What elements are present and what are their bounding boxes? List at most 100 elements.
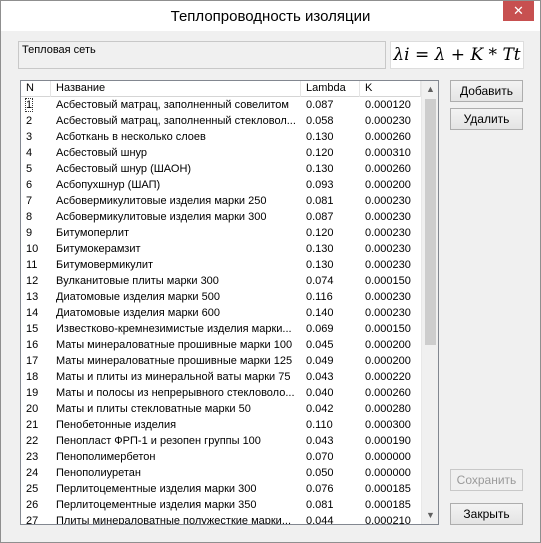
table-row[interactable]: 17 Маты минераловатные прошивные марки 12… (21, 353, 421, 369)
table-row[interactable]: 8 Асбовермикулитовые изделия марки 300 0.0… (21, 209, 421, 225)
table-row[interactable]: 4 Асбестовый шнур 0.120 0.000310 (21, 145, 421, 161)
cell-n: 19 (26, 387, 39, 399)
cell-lambda: 0.140 (306, 307, 334, 319)
cell-lambda: 0.081 (306, 195, 334, 207)
cell-name: Битумоперлит (56, 227, 129, 239)
cell-lambda: 0.081 (306, 499, 334, 511)
table-row[interactable]: 21 Пенобетонные изделия 0.110 0.000300 (21, 417, 421, 433)
table-row[interactable]: 10 Битумокерамзит 0.130 0.000230 (21, 241, 421, 257)
column-header-lambda[interactable]: Lambda (301, 81, 360, 97)
table-row[interactable]: 11 Битумовермикулит 0.130 0.000230 (21, 257, 421, 273)
cell-k: 0.000230 (365, 227, 411, 239)
delete-button[interactable]: Удалить (450, 108, 523, 130)
table-row[interactable]: 9 Битумоперлит 0.120 0.000230 (21, 225, 421, 241)
cell-k: 0.000260 (365, 131, 411, 143)
table-row[interactable]: 12 Вулканитовые плиты марки 300 0.074 0.000… (21, 273, 421, 289)
cell-lambda: 0.043 (306, 435, 334, 447)
table-row[interactable]: 23 Пенополимербетон 0.070 0.000000 (21, 449, 421, 465)
cell-lambda: 0.070 (306, 451, 334, 463)
close-button[interactable]: Закрыть (450, 503, 523, 525)
table-row[interactable]: 18 Маты и плиты из минеральной ваты марки… (21, 369, 421, 385)
cell-name: Асбестовый матрац, заполненный стекловол… (56, 115, 296, 127)
cell-lambda: 0.058 (306, 115, 334, 127)
cell-name: Диатомовые изделия марки 500 (56, 291, 220, 303)
table-row[interactable]: 15 Известково-кремнезимистые изделия марк… (21, 321, 421, 337)
cell-name: Битумовермикулит (56, 259, 154, 271)
cell-name: Известково-кремнезимистые изделия марки.… (56, 323, 292, 335)
cell-n: 10 (26, 243, 39, 255)
table-row[interactable]: 19 Маты и полосы из непрерывного стеклово… (21, 385, 421, 401)
cell-name: Асбестовый шнур (ШАОН) (56, 163, 192, 175)
table-row[interactable]: 13 Диатомовые изделия марки 500 0.116 0.000… (21, 289, 421, 305)
dialog-window: Теплопроводность изоляции ✕ Тепловая сет… (0, 0, 541, 543)
cell-name: Перлитоцементные изделия марки 350 (56, 499, 257, 511)
cell-lambda: 0.069 (306, 323, 334, 335)
cell-k: 0.000000 (365, 467, 411, 479)
cell-k: 0.000230 (365, 259, 411, 271)
cell-n: 13 (26, 291, 39, 303)
cell-k: 0.000310 (365, 147, 411, 159)
window-title: Теплопроводность изоляции (170, 8, 371, 25)
cell-name: Асбопухшнур (ШАП) (56, 179, 161, 191)
cell-k: 0.000260 (365, 163, 411, 175)
table-row[interactable]: 24 Пенополиуретан 0.050 0.000000 (21, 465, 421, 481)
cell-name: Плиты минераловатные полужесткие марки..… (56, 515, 291, 525)
cell-n: 24 (26, 467, 39, 479)
table-row[interactable]: 5 Асбестовый шнур (ШАОН) 0.130 0.000260 (21, 161, 421, 177)
cell-n: 1 (24, 98, 34, 112)
table-row[interactable]: 3 Асботкань в несколько слоев 0.130 0.00026… (21, 129, 421, 145)
cell-name: Пенопласт ФРП-1 и резопен группы 100 (56, 435, 261, 447)
save-button[interactable]: Сохранить (450, 469, 523, 491)
title-bar: Теплопроводность изоляции ✕ (1, 1, 540, 31)
scroll-thumb[interactable] (425, 99, 436, 345)
table-row[interactable]: 22 Пенопласт ФРП-1 и резопен группы 100 0.… (21, 433, 421, 449)
cell-k: 0.000220 (365, 371, 411, 383)
table-row[interactable]: 2 Асбестовый матрац, заполненный стеклово… (21, 113, 421, 129)
cell-lambda: 0.044 (306, 515, 334, 525)
cell-n: 27 (26, 515, 39, 525)
table-row[interactable]: 7 Асбовермикулитовые изделия марки 250 0.0… (21, 193, 421, 209)
cell-name: Асбовермикулитовые изделия марки 250 (56, 195, 267, 207)
table-row[interactable]: 26 Перлитоцементные изделия марки 350 0.08… (21, 497, 421, 513)
cell-k: 0.000230 (365, 307, 411, 319)
cell-name: Асбовермикулитовые изделия марки 300 (56, 211, 267, 223)
table-row[interactable]: 14 Диатомовые изделия марки 600 0.140 0.000… (21, 305, 421, 321)
column-header-n[interactable]: N (21, 81, 51, 97)
cell-k: 0.000280 (365, 403, 411, 415)
column-header-name[interactable]: Название (51, 81, 301, 97)
cell-n: 11 (26, 259, 38, 271)
grid-header: N Название Lambda K (21, 81, 421, 97)
cell-name: Пенополимербетон (56, 451, 156, 463)
cell-lambda: 0.049 (306, 355, 334, 367)
scroll-down-icon[interactable]: ▼ (422, 507, 438, 524)
cell-k: 0.000200 (365, 179, 411, 191)
column-header-k[interactable]: K (360, 81, 421, 97)
cell-name: Перлитоцементные изделия марки 300 (56, 483, 257, 495)
table-row[interactable]: 1 Асбестовый матрац, заполненный совелито… (21, 97, 421, 113)
cell-lambda: 0.093 (306, 179, 334, 191)
cell-n: 18 (26, 371, 39, 383)
cell-n: 26 (26, 499, 39, 511)
cell-n: 12 (26, 275, 39, 287)
scroll-up-icon[interactable]: ▲ (422, 81, 438, 98)
table-row[interactable]: 16 Маты минераловатные прошивные марки 10… (21, 337, 421, 353)
cell-lambda: 0.130 (306, 243, 334, 255)
cell-n: 25 (26, 483, 39, 495)
table-row[interactable]: 27 Плиты минераловатные полужесткие марки… (21, 513, 421, 525)
cell-k: 0.000230 (365, 291, 411, 303)
cell-k: 0.000150 (365, 323, 411, 335)
cell-n: 5 (26, 163, 33, 175)
cell-n: 3 (26, 131, 33, 143)
add-button[interactable]: Добавить (450, 80, 523, 102)
table-row[interactable]: 6 Асбопухшнур (ШАП) 0.093 0.000200 (21, 177, 421, 193)
materials-grid[interactable]: N Название Lambda K 1 Асбестовый матрац, … (20, 80, 439, 525)
grid-rows: 1 Асбестовый матрац, заполненный совелито… (21, 97, 421, 525)
close-window-icon[interactable]: ✕ (503, 1, 534, 21)
table-row[interactable]: 20 Маты и плиты стекловатные марки 50 0.04… (21, 401, 421, 417)
cell-n: 8 (26, 211, 33, 223)
cell-k: 0.000000 (365, 451, 411, 463)
vertical-scrollbar[interactable]: ▲ ▼ (421, 81, 438, 524)
table-row[interactable]: 25 Перлитоцементные изделия марки 300 0.07… (21, 481, 421, 497)
cell-name: Маты минераловатные прошивные марки 125 (56, 355, 293, 367)
cell-k: 0.000260 (365, 387, 411, 399)
